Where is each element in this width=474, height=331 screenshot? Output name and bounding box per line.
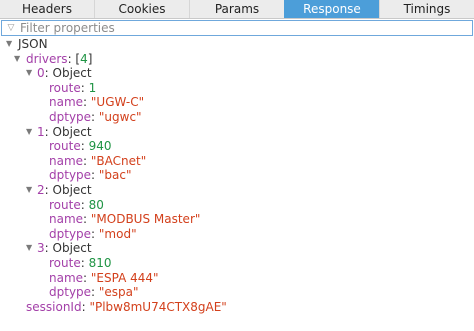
tree-row-object[interactable]: ▼ 1: Object (0, 125, 474, 140)
tab-headers[interactable]: Headers (0, 0, 94, 18)
tree-row-dptype: dptype: "ugwc" (49, 109, 142, 124)
tab-response[interactable]: Response (284, 0, 379, 18)
filter-properties-input[interactable] (18, 21, 472, 35)
tree-value: 810 (88, 255, 112, 270)
tab-timings[interactable]: Timings (379, 0, 474, 18)
tree-row-dptype: dptype: "espa" (49, 285, 139, 300)
tree-value: 80 (88, 197, 104, 212)
tree-key: dptype (49, 226, 92, 241)
tree-key: 3 (37, 241, 45, 256)
tree-value: "espa" (98, 285, 139, 300)
tree-key: dptype (49, 285, 92, 300)
tree-key: route (49, 80, 81, 95)
tree-value: "bac" (98, 168, 132, 183)
tree-key: drivers (26, 51, 68, 66)
filter-box: ▽ (1, 20, 473, 36)
collapse-arrow-icon[interactable]: ▼ (26, 183, 32, 198)
tree-value: "mod" (98, 226, 137, 241)
tree-row-name: name: "ESPA 444" (49, 270, 159, 285)
tree-row-sessionid: sessionId: "Plbw8mU74CTX8gAE" (26, 299, 227, 314)
tree-type: Object (52, 182, 92, 197)
collapse-arrow-icon[interactable]: ▼ (26, 241, 32, 256)
tree-key: route (49, 139, 81, 154)
collapse-arrow-icon[interactable]: ▼ (26, 66, 32, 81)
tree-row-name: name: "BACnet" (49, 153, 147, 168)
tree-value: 940 (88, 139, 112, 154)
tree-row-route: route: 1 (49, 80, 97, 95)
tab-bar: Headers Cookies Params Response Timings (0, 0, 474, 19)
tree-key: name (49, 270, 84, 285)
tree-key: 0 (37, 66, 45, 81)
tree-row-object[interactable]: ▼ 0: Object (0, 66, 474, 81)
json-tree: ▼ JSON ▼ drivers: [4] ▼ 0: Object route:… (0, 37, 474, 314)
tree-row-object[interactable]: ▼ 3: Object (0, 241, 474, 256)
collapse-arrow-icon[interactable]: ▼ (6, 37, 12, 52)
tree-row-route: route: 810 (49, 255, 112, 270)
tree-row-drivers[interactable]: ▼ drivers: [4] (0, 52, 474, 67)
tree-key: route (49, 255, 81, 270)
tree-type: Object (52, 66, 92, 81)
tree-key: 1 (37, 124, 45, 139)
tree-value: "ugwc" (98, 109, 142, 124)
tree-row-route: route: 80 (49, 197, 104, 212)
tree-key: name (49, 153, 84, 168)
tree-value: "UGW-C" (90, 95, 145, 110)
tree-type: Object (52, 241, 92, 256)
tree-key: dptype (49, 168, 92, 183)
tree-key: route (49, 197, 81, 212)
tree-row-dptype: dptype: "mod" (49, 226, 137, 241)
tab-params[interactable]: Params (189, 0, 284, 18)
tree-row-name: name: "MODBUS Master" (49, 212, 201, 227)
tree-value: "MODBUS Master" (90, 212, 201, 227)
json-root-label: JSON (18, 37, 48, 51)
tree-value: "ESPA 444" (90, 270, 159, 285)
tree-row-root[interactable]: ▼ JSON (0, 37, 474, 52)
tree-key: dptype (49, 109, 92, 124)
tree-row-name: name: "UGW-C" (49, 95, 145, 110)
tree-key: name (49, 212, 84, 227)
tree-type: Object (52, 124, 92, 139)
tab-cookies[interactable]: Cookies (94, 0, 189, 18)
tree-value: "Plbw8mU74CTX8gAE" (89, 299, 227, 314)
tree-row-object[interactable]: ▼ 2: Object (0, 183, 474, 198)
tree-value: 1 (88, 80, 97, 95)
tree-key: name (49, 95, 84, 110)
tree-key: sessionId (26, 299, 82, 314)
tree-value: "BACnet" (90, 153, 147, 168)
filter-icon: ▽ (7, 23, 15, 33)
collapse-arrow-icon[interactable]: ▼ (14, 52, 20, 67)
tree-row-dptype: dptype: "bac" (49, 168, 132, 183)
tree-row-route: route: 940 (49, 139, 112, 154)
array-count: 4 (80, 51, 88, 66)
tree-key: 2 (37, 182, 45, 197)
collapse-arrow-icon[interactable]: ▼ (26, 125, 32, 140)
